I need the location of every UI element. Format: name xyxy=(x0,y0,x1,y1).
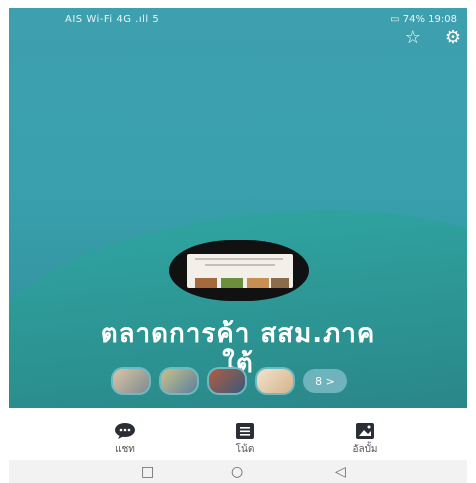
cover-poster xyxy=(187,254,293,288)
member-avatars[interactable]: 8 > xyxy=(111,367,347,395)
tab-chat[interactable]: แชท xyxy=(95,422,155,457)
group-cover-image[interactable] xyxy=(169,240,309,301)
poster-photo xyxy=(221,278,243,288)
battery-percentage: 74% xyxy=(402,14,425,25)
group-header: AIS Wi-Fi 4G .ıll 5 ▭ 74% 19:08 ☆ ⚙ ตลาด… xyxy=(9,8,467,408)
member-avatar[interactable] xyxy=(111,367,151,395)
status-left: AIS Wi-Fi 4G .ıll 5 xyxy=(65,14,160,25)
status-right: ▭ 74% 19:08 xyxy=(390,14,457,25)
member-avatar[interactable] xyxy=(159,367,199,395)
status-bar: AIS Wi-Fi 4G .ıll 5 ▭ 74% 19:08 xyxy=(9,8,467,30)
home-icon[interactable]: ○ xyxy=(231,464,243,480)
tab-album-label: อัลบั้ม xyxy=(352,444,378,455)
time: 19:08 xyxy=(428,14,457,25)
tab-note[interactable]: โน้ต xyxy=(215,422,275,457)
poster-text-line xyxy=(195,258,283,260)
battery-icon: ▭ xyxy=(390,14,400,25)
header-actions: ☆ ⚙ xyxy=(405,28,461,48)
poster-photo xyxy=(195,278,217,288)
poster-text-line xyxy=(205,264,275,266)
poster-photo xyxy=(247,278,269,288)
tab-chat-label: แชท xyxy=(115,444,135,455)
back-icon[interactable]: ◁ xyxy=(335,464,346,480)
star-icon[interactable]: ☆ xyxy=(405,28,421,48)
bottom-tab-bar: แชท โน้ต อัลบั้ม xyxy=(9,408,467,460)
note-icon xyxy=(236,423,254,439)
poster-photo xyxy=(271,278,289,288)
recent-apps-icon[interactable]: □ xyxy=(141,464,154,480)
member-avatar[interactable] xyxy=(255,367,295,395)
member-avatar[interactable] xyxy=(207,367,247,395)
chat-bubble-icon xyxy=(115,423,135,439)
album-icon xyxy=(356,423,374,439)
gear-icon[interactable]: ⚙ xyxy=(445,28,461,48)
tab-note-label: โน้ต xyxy=(235,444,255,455)
more-members-button[interactable]: 8 > xyxy=(303,369,347,393)
system-navigation-bar: □ ○ ◁ xyxy=(9,460,467,483)
tab-album[interactable]: อัลบั้ม xyxy=(335,422,395,457)
